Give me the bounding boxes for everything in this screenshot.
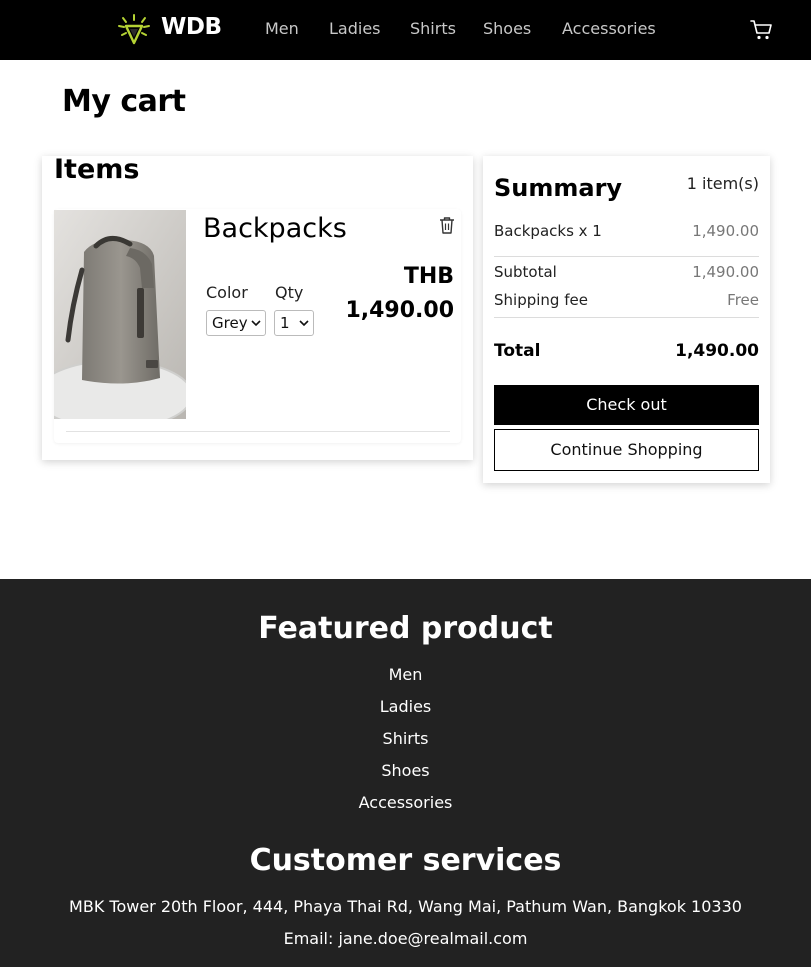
color-select-value: Grey bbox=[212, 314, 248, 332]
footer-link-men[interactable]: Men bbox=[0, 665, 811, 684]
checkout-button[interactable]: Check out bbox=[494, 385, 759, 425]
summary-line-item-value: 1,490.00 bbox=[692, 222, 759, 240]
nav-link-ladies[interactable]: Ladies bbox=[329, 19, 381, 38]
summary-divider bbox=[494, 317, 759, 318]
items-heading: Items bbox=[54, 154, 140, 185]
nav-link-men[interactable]: Men bbox=[265, 19, 299, 38]
product-image bbox=[54, 210, 186, 419]
top-navbar: WDB Men Ladies Shirts Shoes Accessories bbox=[0, 0, 811, 60]
page-title: My cart bbox=[62, 84, 186, 119]
summary-divider bbox=[494, 256, 759, 257]
nav-link-shoes[interactable]: Shoes bbox=[483, 19, 531, 38]
customer-services-heading: Customer services bbox=[249, 843, 562, 878]
footer-link-ladies[interactable]: Ladies bbox=[0, 697, 811, 716]
footer-email[interactable]: Email: jane.doe@realmail.com bbox=[0, 929, 811, 948]
price-currency: THB bbox=[403, 264, 454, 289]
qty-label: Qty bbox=[275, 283, 304, 302]
summary-heading: Summary bbox=[494, 174, 623, 202]
chevron-down-icon bbox=[299, 320, 309, 327]
item-divider bbox=[66, 431, 450, 432]
footer-link-shoes[interactable]: Shoes bbox=[0, 761, 811, 780]
brand-name[interactable]: WDB bbox=[161, 14, 222, 40]
trash-icon[interactable] bbox=[438, 216, 456, 235]
summary-line-item-label: Backpacks x 1 bbox=[494, 222, 602, 240]
featured-product-heading: Featured product bbox=[258, 611, 553, 646]
summary-item-count: 1 item(s) bbox=[686, 174, 759, 193]
qty-select[interactable]: 1 bbox=[274, 310, 314, 336]
color-label: Color bbox=[206, 283, 248, 302]
footer-link-shirts[interactable]: Shirts bbox=[0, 729, 811, 748]
shipping-fee-value: Free bbox=[727, 291, 759, 309]
product-name[interactable]: Backpacks bbox=[203, 213, 347, 244]
shipping-fee-label: Shipping fee bbox=[494, 291, 588, 309]
total-label: Total bbox=[494, 341, 541, 361]
color-select[interactable]: Grey bbox=[206, 310, 266, 336]
subtotal-value: 1,490.00 bbox=[692, 263, 759, 281]
price-amount: 1,490.00 bbox=[345, 298, 454, 323]
shopping-cart-icon[interactable] bbox=[750, 19, 774, 41]
footer-address: MBK Tower 20th Floor, 444, Phaya Thai Rd… bbox=[69, 897, 742, 916]
brand-logo-icon[interactable] bbox=[116, 12, 152, 48]
footer-link-accessories[interactable]: Accessories bbox=[0, 793, 811, 812]
subtotal-label: Subtotal bbox=[494, 263, 557, 281]
qty-select-value: 1 bbox=[280, 314, 290, 332]
chevron-down-icon bbox=[251, 320, 261, 327]
continue-shopping-button[interactable]: Continue Shopping bbox=[494, 429, 759, 471]
footer: Featured product Men Ladies Shirts Shoes… bbox=[0, 579, 811, 967]
nav-link-shirts[interactable]: Shirts bbox=[410, 19, 456, 38]
total-value: 1,490.00 bbox=[675, 341, 759, 361]
nav-link-accessories[interactable]: Accessories bbox=[562, 19, 656, 38]
